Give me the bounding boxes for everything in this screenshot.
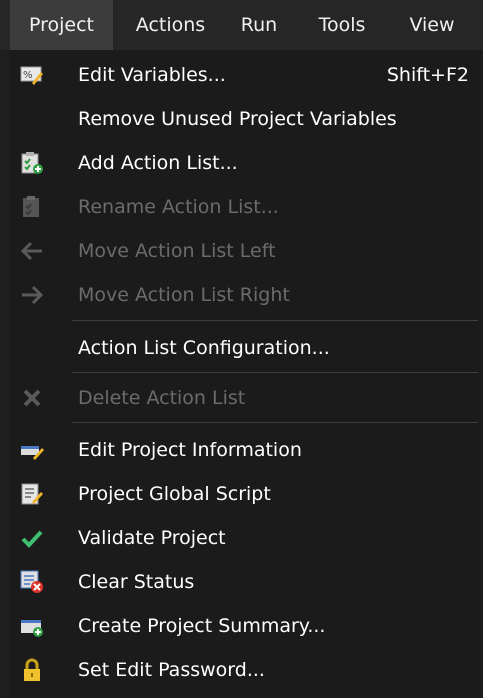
menu-item-remove-unused-variables[interactable]: Remove Unused Project Variables [10,97,483,141]
menu-item-label: Rename Action List... [78,196,279,218]
menu-item-project-global-script[interactable]: Project Global Script [10,472,483,516]
menu-item-label: Project Global Script [78,483,271,505]
menu-run[interactable]: Run [230,0,288,50]
edit-info-icon [20,438,44,462]
menu-separator [72,320,478,321]
menu-item-label: Set Edit Password... [78,659,265,681]
menu-project[interactable]: Project [10,0,113,50]
svg-text:%: % [23,70,33,81]
menu-item-label: Move Action List Right [78,284,290,306]
arrow-right-icon [20,283,44,307]
menu-item-set-edit-password[interactable]: Set Edit Password... [10,648,483,692]
menu-item-edit-variables[interactable]: % Edit Variables... Shift+F2 [10,53,483,97]
menu-item-validate-project[interactable]: Validate Project [10,516,483,560]
rename-list-icon [20,195,44,219]
menu-item-label: Clear Status [78,571,195,593]
menu-item-move-left[interactable]: Move Action List Left [10,229,483,273]
menu-item-label: Create Project Summary... [78,615,326,637]
menu-item-label: Edit Project Information [78,439,302,461]
arrow-left-icon [20,239,44,263]
menu-item-delete-action-list[interactable]: Delete Action List [10,376,483,420]
menu-separator [72,422,478,423]
lock-icon [20,658,44,682]
menu-bar: Project Actions Run Tools View [0,0,483,50]
checkmark-icon [20,526,44,550]
menu-item-clear-status[interactable]: Clear Status [10,560,483,604]
menu-tools[interactable]: Tools [302,0,382,50]
project-dropdown-menu: % Edit Variables... Shift+F2 Remove Unus… [10,50,483,698]
delete-icon [20,386,44,410]
clear-status-icon [20,570,44,594]
add-list-icon [20,151,44,175]
variables-icon: % [20,63,44,87]
menu-item-move-right[interactable]: Move Action List Right [10,273,483,317]
menu-item-label: Action List Configuration... [78,337,330,359]
menu-item-rename-action-list[interactable]: Rename Action List... [10,185,483,229]
script-icon [20,482,44,506]
menu-item-label: Edit Variables... [78,64,226,86]
menu-item-label: Move Action List Left [78,240,276,262]
menu-item-label: Remove Unused Project Variables [78,108,397,130]
menu-actions[interactable]: Actions [118,0,223,50]
menu-view[interactable]: View [398,0,466,50]
menu-item-label: Add Action List... [78,152,238,174]
menu-item-create-project-summary[interactable]: Create Project Summary... [10,604,483,648]
menu-item-edit-project-information[interactable]: Edit Project Information [10,428,483,472]
shortcut-label: Shift+F2 [386,64,469,86]
menu-item-label: Validate Project [78,527,226,549]
menu-item-label: Delete Action List [78,387,246,409]
summary-icon [20,614,44,638]
menu-item-add-action-list[interactable]: Add Action List... [10,141,483,185]
menu-item-action-list-configuration[interactable]: Action List Configuration... [10,326,483,370]
menu-separator [72,372,478,373]
